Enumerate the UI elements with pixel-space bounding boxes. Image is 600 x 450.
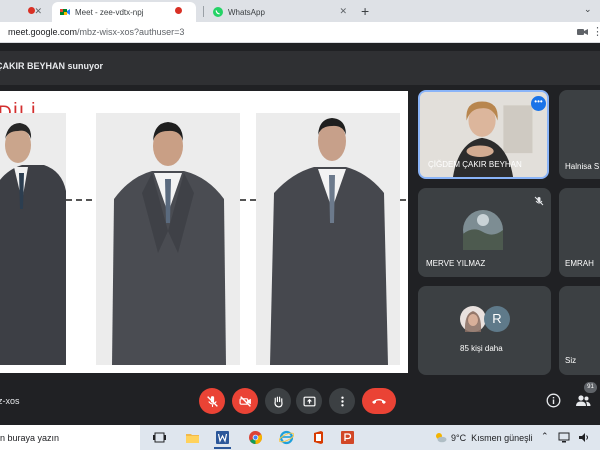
ie-icon[interactable]: [279, 430, 294, 445]
close-tab-icon[interactable]: ✕: [34, 6, 42, 17]
url-path: /mbz-wisx-xos?authuser=3: [77, 27, 185, 37]
mic-off-icon: [534, 196, 544, 206]
presenter-label: ÇAKIR BEYHAN sunuyor: [0, 61, 104, 71]
tab-previous[interactable]: ✕: [6, 2, 48, 22]
participant-name: Halnisa S: [565, 162, 600, 171]
shared-slide: DİLİ: [0, 91, 408, 373]
camera-in-use-icon[interactable]: [577, 27, 588, 37]
participant-avatar: [463, 210, 503, 250]
participant-name: Siz: [565, 356, 577, 365]
man-in-suit-illustration: [0, 123, 66, 365]
man-in-suit-illustration: [270, 118, 388, 365]
present-screen-icon: [302, 396, 316, 406]
participant-name: ÇİĞDEM ÇAKIR BEYHAN: [428, 160, 522, 169]
slide-dashed-line: [240, 199, 256, 201]
powerpoint-icon[interactable]: [340, 430, 355, 445]
file-explorer-icon[interactable]: [185, 430, 200, 445]
address-bar[interactable]: meet.google.com/mbz-wisx-xos?authuser=3 …: [0, 22, 600, 43]
participant-tile[interactable]: EMRAH: [559, 188, 600, 277]
more-options-button[interactable]: [329, 388, 355, 414]
man-in-suit-illustration: [112, 122, 226, 365]
active-app-indicator: [214, 447, 231, 449]
self-view-tile[interactable]: Siz: [559, 286, 600, 375]
tab-search-chevron-icon[interactable]: ⌄: [584, 4, 592, 15]
browser-menu-icon[interactable]: ⋮: [592, 25, 600, 38]
office-icon[interactable]: [311, 430, 326, 445]
slide-photo-center: [96, 113, 240, 365]
recording-dot-icon: [175, 7, 182, 14]
weather-desc: Kısmen güneşli: [471, 432, 533, 443]
browser-tab-strip: ✕ Meet - zee-vdtx-npj WhatsApp ✕ + ⌄: [0, 0, 600, 22]
meeting-code: z-xos: [0, 396, 20, 406]
more-options-icon[interactable]: •••: [531, 96, 546, 111]
hand-icon: [273, 396, 283, 408]
new-tab-button[interactable]: +: [361, 3, 369, 19]
participant-name: MERVE YILMAZ: [426, 259, 486, 268]
mic-off-icon: [206, 395, 218, 407]
whatsapp-favicon-icon: [213, 7, 223, 17]
participant-tile[interactable]: Halnisa S: [559, 90, 600, 179]
more-participants-tile[interactable]: R 85 kişi daha: [418, 286, 551, 375]
slide-dashed-line: [400, 199, 408, 201]
tab-whatsapp-title: WhatsApp: [228, 7, 265, 17]
leave-call-button[interactable]: [362, 388, 396, 414]
weather-temp: 9°C: [451, 432, 467, 443]
slide-photo-right: [256, 113, 400, 365]
slide-photo-left: [0, 113, 66, 365]
url-text[interactable]: meet.google.com/mbz-wisx-xos?authuser=3: [8, 27, 184, 37]
people-icon[interactable]: [575, 393, 591, 408]
taskbar-search-text: n buraya yazın: [0, 433, 60, 443]
more-participants-label: 85 kişi daha: [460, 344, 503, 353]
url-host: meet.google.com: [8, 27, 78, 37]
participant-count-badge: 91: [584, 382, 597, 393]
word-icon[interactable]: [215, 430, 230, 445]
close-tab-icon[interactable]: ✕: [339, 6, 347, 17]
taskbar-search-box[interactable]: n buraya yazın: [0, 425, 140, 450]
windows-taskbar: n buraya yazın 9°C Kısmen güneşli ⌃: [0, 425, 600, 450]
presentation-bar: ÇAKIR BEYHAN sunuyor: [0, 51, 600, 85]
participant-tile-active-speaker[interactable]: ••• ÇİĞDEM ÇAKIR BEYHAN: [418, 90, 549, 179]
participant-avatar: [460, 306, 486, 332]
weather-widget[interactable]: 9°C Kısmen güneşli: [434, 432, 533, 443]
mic-toggle-button[interactable]: [199, 388, 225, 414]
tab-divider: [203, 6, 204, 17]
present-screen-button[interactable]: [296, 388, 322, 414]
raise-hand-button[interactable]: [265, 388, 291, 414]
meeting-info-icon[interactable]: [546, 393, 561, 408]
participant-avatar: R: [484, 306, 510, 332]
tab-whatsapp[interactable]: WhatsApp ✕: [207, 2, 353, 22]
tab-meet-title: Meet - zee-vdtx-npj: [75, 7, 144, 17]
participant-tile[interactable]: MERVE YILMAZ: [418, 188, 551, 277]
slide-dashed-line: [66, 199, 96, 201]
tray-expand-icon[interactable]: ⌃: [541, 431, 549, 442]
end-call-icon: [372, 399, 386, 404]
camera-off-icon: [238, 395, 251, 407]
volume-icon[interactable]: [578, 432, 590, 443]
participant-name: EMRAH: [565, 259, 594, 268]
network-icon[interactable]: [558, 432, 570, 443]
meet-favicon-icon: [60, 9, 70, 15]
camera-toggle-button[interactable]: [232, 388, 258, 414]
task-view-icon[interactable]: [152, 430, 167, 445]
chrome-icon[interactable]: [248, 430, 263, 445]
more-vert-icon: [340, 396, 344, 406]
weather-partly-sunny-icon: [436, 433, 447, 443]
